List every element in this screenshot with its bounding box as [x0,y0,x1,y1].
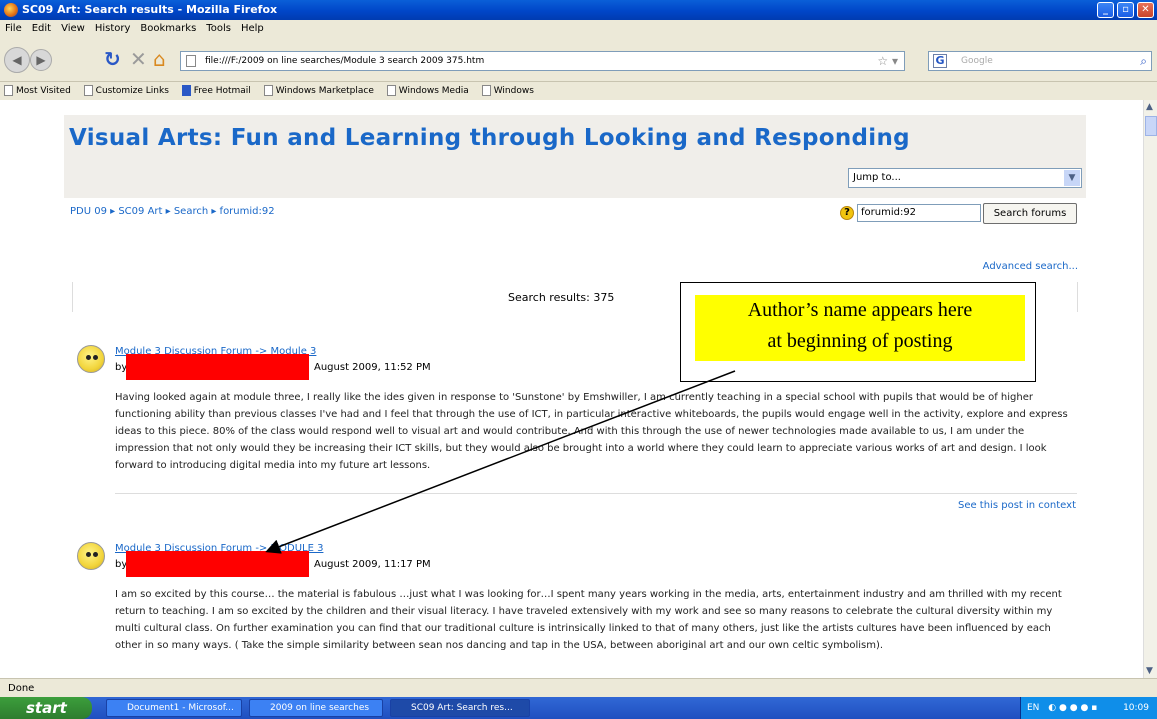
minimize-button[interactable]: _ [1097,2,1114,18]
see-in-context-link[interactable]: See this post in context [958,500,1076,511]
avatar [77,542,105,570]
redacted-author-name [126,551,309,577]
bookmark-windows-marketplace[interactable]: Windows Marketplace [260,82,380,100]
status-bar: Done [0,678,1157,697]
taskbar-item-label: 2009 on line searches [270,703,370,713]
menu-file[interactable]: File [0,23,27,34]
page-title: Visual Arts: Fun and Learning through Lo… [69,125,910,151]
star-icon[interactable]: ☆ ▾ [877,52,898,70]
address-url: file:///F:/2009 on line searches/Module … [205,56,485,66]
search-engine-placeholder: Google [961,56,993,66]
menu-tools[interactable]: Tools [201,23,236,34]
firefox-icon [4,3,18,17]
annotation-line-1: Author’s name appears here [747,299,973,321]
advanced-search-link[interactable]: Advanced search... [983,261,1078,272]
google-icon[interactable]: G [933,54,947,68]
address-bar[interactable]: file:///F:/2009 on line searches/Module … [180,51,905,71]
magnifier-icon[interactable]: ⌕ [1140,52,1147,70]
stop-icon[interactable]: ✕ [130,48,147,70]
search-engine-box[interactable]: G Google ⌕ [928,51,1152,71]
scroll-up-icon[interactable]: ▲ [1146,102,1153,112]
reload-icon[interactable]: ↻ [104,48,121,70]
scrollbar-thumb[interactable] [1145,116,1157,136]
forward-icon[interactable]: ▶ [30,49,52,71]
clock: 10:09 [1123,703,1149,713]
language-indicator[interactable]: EN [1027,703,1039,713]
taskbar-item-firefox[interactable]: SC09 Art: Search res... [390,699,530,717]
tray-icons[interactable]: ◐ ● ● ● ▪ [1048,703,1097,713]
help-icon[interactable]: ? [840,206,854,220]
post: Module 3 Discussion Forum -> MODULE 3 by… [72,540,1078,678]
menu-edit[interactable]: Edit [27,23,56,34]
page-content: Visual Arts: Fun and Learning through Lo… [0,100,1143,678]
post-divider [115,493,1077,494]
annotation-callout-text: Author’s name appears here at beginning … [695,295,1025,361]
results-count: Search results: 375 [508,291,615,304]
menu-bookmarks[interactable]: Bookmarks [135,23,201,34]
menu-history[interactable]: History [90,23,136,34]
start-button[interactable]: start [0,697,92,719]
page-icon [186,55,196,67]
jump-to-select[interactable]: Jump to... ▼ [848,168,1082,188]
menu-help[interactable]: Help [236,23,269,34]
bookmark-windows[interactable]: Windows [478,82,540,100]
window-title: SC09 Art: Search results - Mozilla Firef… [22,3,278,16]
search-input[interactable]: forumid:92 [857,204,981,222]
post-date: August 2009, 11:17 PM [314,559,431,570]
jump-to-label: Jump to... [853,172,901,183]
bookmarks-toolbar: Most Visited Customize Links Free Hotmai… [0,82,1157,100]
annotation-line-2: at beginning of posting [767,330,953,352]
close-button[interactable]: ✕ [1137,2,1154,18]
breadcrumb[interactable]: PDU 09 ▸ SC09 Art ▸ Search ▸ forumid:92 [70,206,275,217]
scroll-down-icon[interactable]: ▼ [1146,666,1153,676]
taskbar-item-label: SC09 Art: Search res... [411,703,513,713]
search-forums-button[interactable]: Search forums [983,203,1077,224]
redacted-author-name [126,354,309,380]
chevron-down-icon[interactable]: ▼ [1064,170,1080,186]
menu-view[interactable]: View [56,23,90,34]
post-body: Having looked again at module three, I r… [115,392,1068,471]
bookmark-free-hotmail[interactable]: Free Hotmail [178,82,257,100]
post-body: I am so excited by this course… the mate… [115,589,1062,651]
vertical-scrollbar[interactable]: ▲ ▼ [1143,100,1157,678]
maximize-button[interactable]: ▫ [1117,2,1134,18]
bookmark-customize-links[interactable]: Customize Links [80,82,175,100]
taskbar: start Document1 - Microsof... 2009 on li… [0,697,1157,719]
menu-bar: File Edit View History Bookmarks Tools Help [0,20,1157,38]
bookmark-most-visited[interactable]: Most Visited [0,82,77,100]
back-icon[interactable]: ◀ [4,47,30,73]
post-date: August 2009, 11:52 PM [314,362,431,373]
taskbar-item-word[interactable]: Document1 - Microsof... [106,699,242,717]
window-titlebar: SC09 Art: Search results - Mozilla Firef… [0,0,1157,20]
home-icon[interactable]: ⌂ [153,48,166,70]
bookmark-windows-media[interactable]: Windows Media [383,82,475,100]
system-tray: EN ◐ ● ● ● ▪ 10:09 [1020,697,1157,719]
avatar [77,345,105,373]
taskbar-item-label: Document1 - Microsof... [127,703,234,713]
taskbar-item-folder[interactable]: 2009 on line searches [249,699,383,717]
